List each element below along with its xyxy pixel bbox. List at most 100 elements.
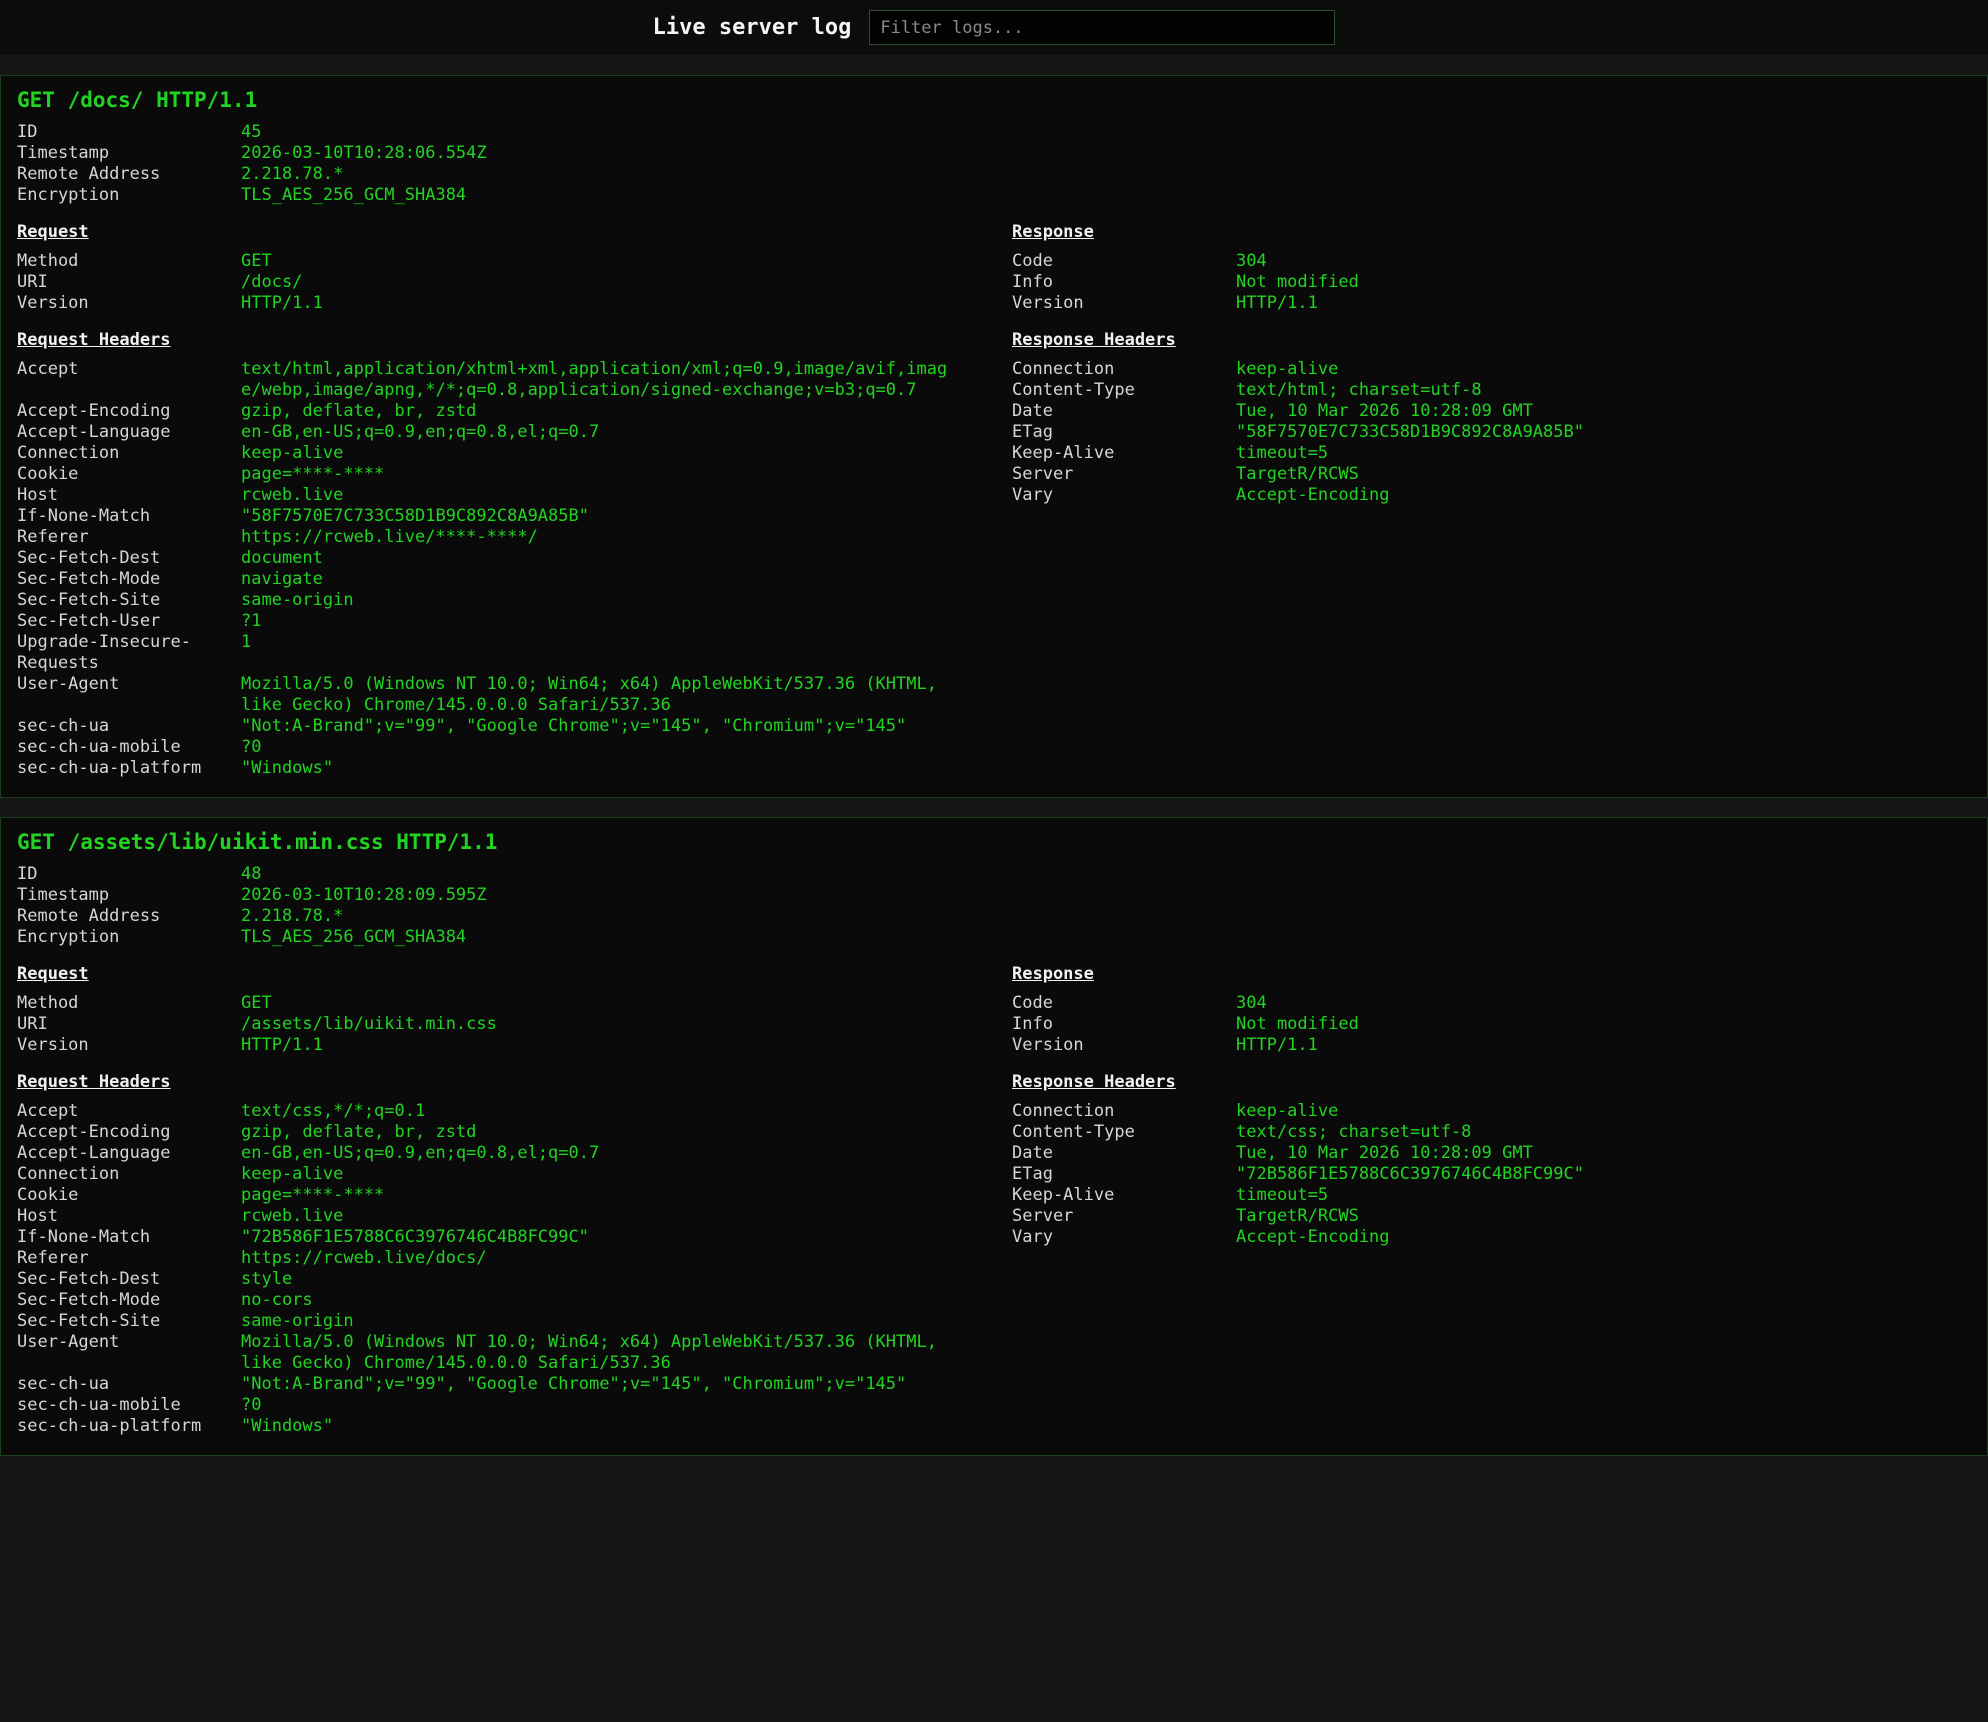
header-name: Vary: [1012, 1227, 1236, 1248]
header-name: sec-ch-ua-platform: [17, 1416, 241, 1437]
header-row: Sec-Fetch-Site same-origin: [17, 1311, 949, 1332]
header-name: Method: [17, 251, 241, 272]
header-name: Version: [1012, 293, 1236, 314]
header-name: User-Agent: [17, 1332, 241, 1374]
header-row: Host rcweb.live: [17, 1206, 949, 1227]
header-name: Remote Address: [17, 164, 241, 185]
header-name: Encryption: [17, 927, 241, 948]
header-value: en-GB,en-US;q=0.9,en;q=0.8,el;q=0.7: [241, 422, 949, 443]
header-row: Content-Type text/html; charset=utf-8: [1012, 380, 1971, 401]
header-row: Content-Type text/css; charset=utf-8: [1012, 1122, 1971, 1143]
header-row: Connection keep-alive: [17, 1164, 949, 1185]
header-row: Accept-Encoding gzip, deflate, br, zstd: [17, 401, 949, 422]
header-name: Timestamp: [17, 885, 241, 906]
header-row: Version HTTP/1.1: [1012, 1035, 1971, 1056]
header-value: timeout=5: [1236, 443, 1971, 464]
header-row: ID 45: [17, 122, 1971, 143]
header-value: "72B586F1E5788C6C3976746C4B8FC99C": [1236, 1164, 1971, 1185]
header-value: document: [241, 548, 949, 569]
header-value: https://rcweb.live/****-****/: [241, 527, 949, 548]
header-value: 45: [241, 122, 1971, 143]
entry-title: GET /assets/lib/uikit.min.css HTTP/1.1: [17, 830, 1971, 854]
header-value: HTTP/1.1: [1236, 293, 1971, 314]
log-list: GET /docs/ HTTP/1.1 ID 45 Timestamp 2026…: [0, 55, 1988, 1476]
header-value: text/html,application/xhtml+xml,applicat…: [241, 359, 949, 401]
header-name: If-None-Match: [17, 1227, 241, 1248]
header-name: Encryption: [17, 185, 241, 206]
header-value: "Windows": [241, 1416, 949, 1437]
header-name: Connection: [1012, 359, 1236, 380]
header-row: Info Not modified: [1012, 272, 1971, 293]
header-row: URI /assets/lib/uikit.min.css: [17, 1014, 949, 1035]
header-row: Date Tue, 10 Mar 2026 10:28:09 GMT: [1012, 401, 1971, 422]
header-row: Accept-Language en-GB,en-US;q=0.9,en;q=0…: [17, 422, 949, 443]
header-value: "Windows": [241, 758, 949, 779]
header-name: Upgrade-Insecure-Requests: [17, 632, 241, 674]
header-value: rcweb.live: [241, 485, 949, 506]
header-name: Content-Type: [1012, 380, 1236, 401]
log-entry: GET /docs/ HTTP/1.1 ID 45 Timestamp 2026…: [0, 75, 1988, 798]
header-row: Code 304: [1012, 251, 1971, 272]
header-value: TargetR/RCWS: [1236, 1206, 1971, 1227]
request-header-rows: Accept text/css,*/*;q=0.1 Accept-Encodin…: [17, 1101, 949, 1437]
header-name: Host: [17, 485, 241, 506]
header-value: timeout=5: [1236, 1185, 1971, 1206]
header-row: sec-ch-ua-mobile ?0: [17, 737, 949, 758]
header-row: ETag "58F7570E7C733C58D1B9C892C8A9A85B": [1012, 422, 1971, 443]
header-value: /docs/: [241, 272, 949, 293]
header-name: Version: [17, 293, 241, 314]
header-row: Sec-Fetch-Site same-origin: [17, 590, 949, 611]
entry-title: GET /docs/ HTTP/1.1: [17, 88, 1971, 112]
header-name: Info: [1012, 272, 1236, 293]
header-name: Cookie: [17, 1185, 241, 1206]
header-value: navigate: [241, 569, 949, 590]
request-rows: Method GET URI /assets/lib/uikit.min.css…: [17, 993, 949, 1056]
header-value: Tue, 10 Mar 2026 10:28:09 GMT: [1236, 1143, 1971, 1164]
header-row: Accept text/html,application/xhtml+xml,a…: [17, 359, 949, 401]
request-heading: Request: [17, 222, 949, 243]
header-name: Connection: [17, 1164, 241, 1185]
header-name: User-Agent: [17, 674, 241, 716]
header-value: ?0: [241, 737, 949, 758]
header-value: page=****-****: [241, 464, 949, 485]
header-value: ?0: [241, 1395, 949, 1416]
header-name: Referer: [17, 1248, 241, 1269]
filter-logs-input[interactable]: [869, 10, 1335, 45]
header-value: gzip, deflate, br, zstd: [241, 401, 949, 422]
header-row: Code 304: [1012, 993, 1971, 1014]
header-name: Accept-Language: [17, 1143, 241, 1164]
header-row: Date Tue, 10 Mar 2026 10:28:09 GMT: [1012, 1143, 1971, 1164]
header-row: Connection keep-alive: [17, 443, 949, 464]
response-heading: Response: [1012, 222, 1971, 243]
header-row: Keep-Alive timeout=5: [1012, 1185, 1971, 1206]
header-row: Cookie page=****-****: [17, 464, 949, 485]
header-row: Timestamp 2026-03-10T10:28:09.595Z: [17, 885, 1971, 906]
header-value: TargetR/RCWS: [1236, 464, 1971, 485]
header-name: URI: [17, 1014, 241, 1035]
header-name: Sec-Fetch-User: [17, 611, 241, 632]
header-row: Server TargetR/RCWS: [1012, 464, 1971, 485]
header-name: Referer: [17, 527, 241, 548]
header-row: Remote Address 2.218.78.*: [17, 164, 1971, 185]
header-name: sec-ch-ua-mobile: [17, 737, 241, 758]
header-row: Referer https://rcweb.live/docs/: [17, 1248, 949, 1269]
header-value: 2.218.78.*: [241, 906, 1971, 927]
header-row: Referer https://rcweb.live/****-****/: [17, 527, 949, 548]
header-value: text/css,*/*;q=0.1: [241, 1101, 949, 1122]
header-name: Server: [1012, 464, 1236, 485]
request-heading: Request: [17, 964, 949, 985]
header-name: Connection: [1012, 1101, 1236, 1122]
header-row: sec-ch-ua "Not:A-Brand";v="99", "Google …: [17, 1374, 949, 1395]
header-row: Encryption TLS_AES_256_GCM_SHA384: [17, 185, 1971, 206]
header-name: Timestamp: [17, 143, 241, 164]
header-name: Connection: [17, 443, 241, 464]
entry-meta: ID 48 Timestamp 2026-03-10T10:28:09.595Z…: [17, 864, 1971, 948]
page-title: Live server log: [653, 15, 852, 40]
header-name: Accept: [17, 359, 241, 401]
header-name: sec-ch-ua-platform: [17, 758, 241, 779]
header-value: GET: [241, 251, 949, 272]
header-name: Keep-Alive: [1012, 1185, 1236, 1206]
header-name: Sec-Fetch-Mode: [17, 1290, 241, 1311]
header-value: 2026-03-10T10:28:09.595Z: [241, 885, 1971, 906]
header-value: gzip, deflate, br, zstd: [241, 1122, 949, 1143]
